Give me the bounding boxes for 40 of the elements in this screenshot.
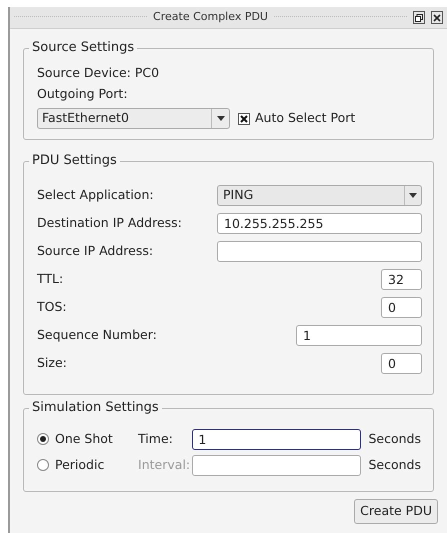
window-title: Create Complex PDU: [153, 9, 268, 26]
field-label: Destination IP Address:: [37, 214, 182, 232]
outgoing-port-label: Outgoing Port:: [37, 85, 129, 103]
restore-button[interactable]: [413, 11, 426, 24]
port-dropdown[interactable]: FastEthernet0: [37, 108, 230, 129]
input-field[interactable]: 0: [381, 296, 422, 318]
auto-select-label: Auto Select Port: [255, 109, 356, 128]
group-title: PDU Settings: [29, 152, 120, 170]
auto-select-checkbox[interactable]: [238, 112, 250, 124]
create-pdu-button[interactable]: Create PDU: [354, 499, 438, 524]
unit-label: Seconds: [368, 456, 421, 474]
restore-icon: [415, 14, 424, 22]
caret-icon: [409, 192, 417, 198]
close-button[interactable]: [431, 11, 444, 24]
application-dropdown[interactable]: PING: [217, 184, 422, 206]
input-field[interactable]: 0: [381, 352, 422, 374]
field-label: Source IP Address:: [37, 242, 154, 260]
input-field[interactable]: 1: [296, 324, 422, 346]
group-title: Simulation Settings: [29, 399, 162, 417]
mode-label: Periodic: [55, 456, 104, 474]
field-label: Size:: [37, 354, 67, 372]
field-label: TTL:: [37, 270, 64, 288]
input-field[interactable]: 10.255.255.255: [217, 212, 422, 234]
input-field[interactable]: [217, 240, 422, 262]
input-field[interactable]: 32: [381, 268, 422, 290]
field-label: Time:: [138, 430, 174, 448]
close-icon: [433, 14, 442, 22]
unit-label: Seconds: [368, 430, 421, 448]
field-label: TOS:: [37, 298, 67, 316]
field-label: Select Application:: [37, 186, 154, 204]
caret-icon: [216, 116, 224, 121]
group-title: Source Settings: [29, 39, 138, 57]
input-field[interactable]: 1: [192, 428, 362, 450]
radio-button[interactable]: [37, 459, 49, 471]
mode-label: One Shot: [55, 430, 113, 448]
input-field[interactable]: [192, 454, 362, 476]
radio-button[interactable]: [37, 433, 49, 445]
field-label: Interval:: [138, 456, 192, 474]
source-device-label: Source Device: PC0: [37, 64, 160, 82]
field-label: Sequence Number:: [37, 326, 157, 344]
